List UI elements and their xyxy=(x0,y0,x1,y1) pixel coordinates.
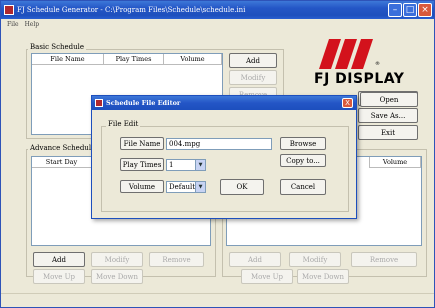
volume-value: Default xyxy=(169,183,196,191)
cancel-button[interactable]: Cancel xyxy=(280,179,326,195)
basic-schedule-title: Basic Schedule xyxy=(28,43,87,51)
exit-button[interactable]: Exit xyxy=(358,125,418,140)
logo-brand-text: FJ DISPLAY xyxy=(314,71,405,87)
menu-help[interactable]: Help xyxy=(25,21,40,28)
dialog-title: Schedule File Editor xyxy=(106,99,181,107)
volume-label: Volume xyxy=(120,180,164,193)
menu-file[interactable]: File xyxy=(7,21,19,28)
minimize-icon[interactable]: – xyxy=(388,3,402,17)
close-icon[interactable]: × xyxy=(418,3,432,17)
advance-remove-button[interactable]: Remove xyxy=(149,252,204,267)
open-button[interactable]: Open xyxy=(360,92,418,107)
dialog-close-icon[interactable]: X xyxy=(342,98,353,108)
copy-to-button[interactable]: Copy to... xyxy=(280,154,326,167)
file-name-input[interactable]: 004.mpg xyxy=(166,138,272,150)
play-times-label: Play Times xyxy=(120,158,164,171)
file-name-label: File Name xyxy=(120,137,164,150)
right-modify-button[interactable]: Modify xyxy=(289,252,341,267)
file-edit-title: File Edit xyxy=(106,120,141,128)
column-header-file-name[interactable]: File Name xyxy=(32,54,104,65)
advance-move-down-button[interactable]: Move Down xyxy=(91,269,143,284)
dialog-app-icon xyxy=(95,99,103,107)
column-header-start-day[interactable]: Start Day xyxy=(32,157,92,168)
window-title: FJ Schedule Generator - C:\Program Files… xyxy=(17,6,246,14)
right-move-down-button[interactable]: Move Down xyxy=(297,269,349,284)
dropdown-arrow-icon[interactable]: ▼ xyxy=(195,160,205,170)
status-bar xyxy=(1,293,434,307)
volume-select[interactable]: Default ▼ xyxy=(166,181,206,193)
column-header-play-times[interactable]: Play Times xyxy=(104,54,164,65)
browse-button[interactable]: Browse xyxy=(280,137,326,150)
right-remove-button[interactable]: Remove xyxy=(351,252,417,267)
column-header-volume-right[interactable]: Volume xyxy=(369,157,421,168)
advance-modify-button[interactable]: Modify xyxy=(91,252,143,267)
advance-move-up-button[interactable]: Move Up xyxy=(33,269,85,284)
save-as-button[interactable]: Save As... xyxy=(358,108,418,123)
basic-add-button[interactable]: Add xyxy=(229,53,277,68)
advance-schedule-title: Advance Schedule xyxy=(28,144,98,152)
window-titlebar[interactable]: FJ Schedule Generator - C:\Program Files… xyxy=(1,1,434,19)
ok-button[interactable]: OK xyxy=(220,179,264,195)
basic-modify-button[interactable]: Modify xyxy=(229,70,277,85)
dropdown-arrow-icon[interactable]: ▼ xyxy=(195,182,205,192)
registered-mark: ® xyxy=(375,61,380,67)
right-move-up-button[interactable]: Move Up xyxy=(241,269,293,284)
play-times-select[interactable]: 1 ▼ xyxy=(166,159,206,171)
play-times-value: 1 xyxy=(169,161,174,169)
schedule-file-editor-dialog: Schedule File Editor X File Edit File Na… xyxy=(91,95,357,219)
app-icon xyxy=(4,5,14,15)
right-add-button[interactable]: Add xyxy=(229,252,281,267)
column-header-volume[interactable]: Volume xyxy=(164,54,222,65)
menu-bar: File Help xyxy=(1,19,434,30)
dialog-titlebar[interactable]: Schedule File Editor xyxy=(92,96,356,110)
advance-add-button[interactable]: Add xyxy=(33,252,85,267)
maximize-icon[interactable]: □ xyxy=(403,3,417,17)
